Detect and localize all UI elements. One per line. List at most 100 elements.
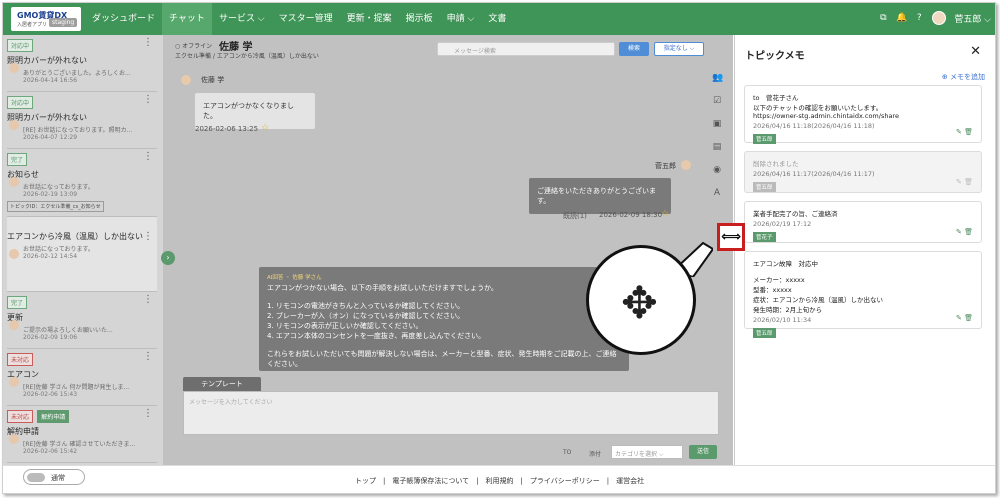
ai-message-line: 1. リモコンの電池がきちんと入っているか確認してください。	[267, 302, 465, 310]
memo-card[interactable]: エアコン故障 対応中 メーカー：xxxxx 型番：xxxxx 症状：エアコンから…	[744, 251, 982, 338]
memo-line: エアコン故障 対応中	[753, 260, 818, 268]
ai-message-line: 4. エアコン本体のコンセントを一度抜き、再度差し込んでください。	[267, 332, 486, 340]
trash-icon[interactable]: 🗑	[964, 314, 973, 322]
nav-documents[interactable]: 文書	[481, 3, 513, 35]
memo-line: 発生時期：2月上旬から	[753, 306, 823, 314]
trash-icon[interactable]: 🗑	[964, 228, 973, 236]
side-tool-column: 👥 ☑ ▣ ▤ ◉ A	[712, 73, 726, 211]
list-item[interactable]: 未対応 エアコン [RE]佐藤 学さん 何か問題が発生しま... 2026-02…	[7, 349, 157, 406]
list-item[interactable]: 未対応 解約申請 解約申請 [RE]佐藤 学さん 確認させていただきま... 2…	[7, 406, 157, 463]
toggle-label: 通常	[51, 474, 65, 482]
bell-icon[interactable]: 🔔	[896, 13, 907, 23]
people-icon[interactable]: 👥	[712, 73, 723, 83]
pencil-icon[interactable]: ✎	[956, 314, 962, 322]
status-badge: 完了	[7, 296, 28, 309]
send-button[interactable]: 送信	[689, 445, 717, 459]
list-item-title: お知らせ	[7, 170, 39, 179]
list-item-title: 解約申請	[7, 427, 39, 436]
user-menu[interactable]: 菅五郎 ⌵	[954, 12, 991, 25]
nav-service[interactable]: サービス ⌵	[212, 3, 272, 35]
contact-icon[interactable]: ▣	[712, 119, 722, 129]
pencil-icon: ✎	[956, 178, 962, 186]
author-tag: 菅五郎	[753, 134, 776, 144]
memo-line: メーカー：xxxxx	[753, 276, 805, 284]
ai-message-line: エアコンがつかない場合、以下の手順をお試しいただけますでしょうか。	[267, 284, 498, 292]
memo-line: https://owner-stg.admin.chintaidx.com/sh…	[753, 112, 899, 120]
memo-date: 2026/04/16 11:17(2026/04/16 11:17)	[753, 170, 875, 178]
ai-message-line: これらをお試しいただいても問題が解決しない場合は、メーカーと型番、症状、発生時期…	[267, 350, 617, 368]
attach-button[interactable]: 添付	[589, 449, 601, 458]
memo-actions: ✎ 🗑	[956, 314, 973, 322]
memo-card-deleted: 削除されました 2026/04/16 11:17(2026/04/16 11:1…	[744, 151, 982, 193]
memo-line: 症状：エアコンから冷風（温風）しか出ない	[753, 296, 883, 304]
avatar	[9, 249, 19, 259]
list-item-title: 照明カバーが外れない	[7, 56, 87, 65]
nav-chat[interactable]: チャット	[162, 3, 212, 35]
memo-card[interactable]: 業者手配完了の旨、ご連絡済 2026/02/19 17:12 菅花子 ✎ 🗑	[744, 201, 982, 243]
topic-memo-panel: トピックメモ ✕ ⊕ メモを追加 to 菅花子さん 以下のチャットの確認をお願い…	[734, 35, 995, 493]
memo-line: 削除されました	[753, 160, 799, 168]
list-item-date: 2026-02-19 13:09	[23, 191, 78, 198]
more-icon[interactable]: ⋮	[143, 351, 153, 362]
nav-application[interactable]: 申請 ⌵	[440, 3, 482, 35]
faq-icon[interactable]: ◉	[712, 165, 722, 175]
more-icon[interactable]: ⋮	[143, 94, 153, 105]
nav-dashboard[interactable]: ダッシュボード	[85, 3, 162, 35]
memo-line: 型番：xxxxx	[753, 286, 792, 294]
mode-toggle[interactable]: 通常	[23, 469, 85, 485]
list-item-preview: [RE]佐藤 学さん 確認させていただきま...	[23, 441, 136, 448]
footer-links[interactable]: トップ | 電子帳簿保存法について | 利用規約 | プライバシーポリシー | …	[355, 476, 644, 486]
copy-icon[interactable]: ⧉	[878, 13, 888, 23]
list-item[interactable]: 対応中 照明カバーが外れない [RE] お世話になっております。照明カ... 2…	[7, 92, 157, 149]
avatar	[9, 320, 19, 330]
nav-master[interactable]: マスター管理	[272, 3, 340, 35]
memo-card[interactable]: to 菅花子さん 以下のチャットの確認をお願いいたします。 https://ow…	[744, 85, 982, 144]
list-item[interactable]: 対応中 照明カバーが外れない ありがとうございました。よろしくお... 2026…	[7, 35, 157, 92]
avatar	[681, 160, 691, 170]
document-icon[interactable]: ▤	[712, 142, 722, 152]
more-icon[interactable]: ⋮	[143, 231, 153, 242]
more-icon[interactable]: ⋮	[143, 37, 153, 48]
pencil-icon[interactable]: ✎	[956, 128, 962, 136]
avatar[interactable]	[932, 11, 947, 25]
ai-message-line	[267, 293, 621, 301]
resize-handle[interactable]: ⟺	[717, 223, 745, 251]
status-badge: 未対応	[7, 353, 34, 366]
more-icon[interactable]: ⋮	[143, 408, 153, 419]
nav-bulletin[interactable]: 掲示板	[399, 3, 440, 35]
ai-icon[interactable]: A	[712, 188, 722, 198]
list-item-preview: [RE] お世話になっております。照明カ...	[23, 127, 133, 134]
star-icon[interactable]: ☆	[261, 123, 269, 133]
nav-renewal[interactable]: 更新・提案	[340, 3, 399, 35]
check-icon[interactable]: ☑	[712, 96, 722, 106]
list-item[interactable]: 完了 更新 ご提示の場よろしくお願いいた... 2026-02-09 19:06…	[7, 292, 157, 349]
memo-date: 2026/04/16 11:18(2026/04/16 11:18)	[753, 122, 875, 130]
avatar	[9, 177, 19, 187]
star-icon[interactable]: ☆	[661, 209, 669, 219]
memo-date: 2026/02/10 11:34	[753, 316, 812, 324]
category-select[interactable]: カテゴリを選択 ⌵	[611, 445, 683, 459]
add-memo-button[interactable]: ⊕ メモを追加	[942, 72, 985, 82]
resize-horizontal-icon: ✥	[621, 278, 658, 329]
list-item-title: 更新	[7, 313, 23, 322]
trash-icon[interactable]: 🗑	[964, 128, 973, 136]
tab-template[interactable]: テンプレート	[183, 377, 261, 391]
list-item-selected[interactable]: エアコンから冷風（温風）しか出ない お世話になっております。 2026-02-1…	[7, 217, 157, 292]
more-icon[interactable]: ⋮	[143, 151, 153, 162]
search-button[interactable]: 検索	[619, 42, 649, 56]
chevron-right-icon[interactable]: ›	[161, 251, 175, 265]
list-item[interactable]: 完了 お知らせ お世話になっております。 2026-02-19 13:09 トピ…	[7, 149, 157, 217]
pencil-icon[interactable]: ✎	[956, 228, 962, 236]
ai-message-text: エアコンがつかない場合、以下の手順をお試しいただけますでしょうか。 1. リモコン…	[267, 283, 621, 369]
message-input[interactable]: メッセージを入力してください	[183, 391, 719, 435]
filter-select[interactable]: 指定なし ⌵	[654, 42, 704, 56]
close-icon[interactable]: ✕	[970, 44, 981, 59]
to-button[interactable]: TO	[563, 449, 571, 456]
message-bubble: ご連絡をいただきありがとうございます。	[529, 178, 671, 214]
help-icon[interactable]: ?	[914, 13, 924, 23]
more-icon[interactable]: ⋮	[143, 294, 153, 305]
ai-message-line	[267, 341, 621, 349]
add-memo-label: メモを追加	[950, 73, 985, 81]
search-input[interactable]: メッセージ検索	[437, 42, 615, 56]
status-badge: 対応中	[7, 39, 34, 52]
